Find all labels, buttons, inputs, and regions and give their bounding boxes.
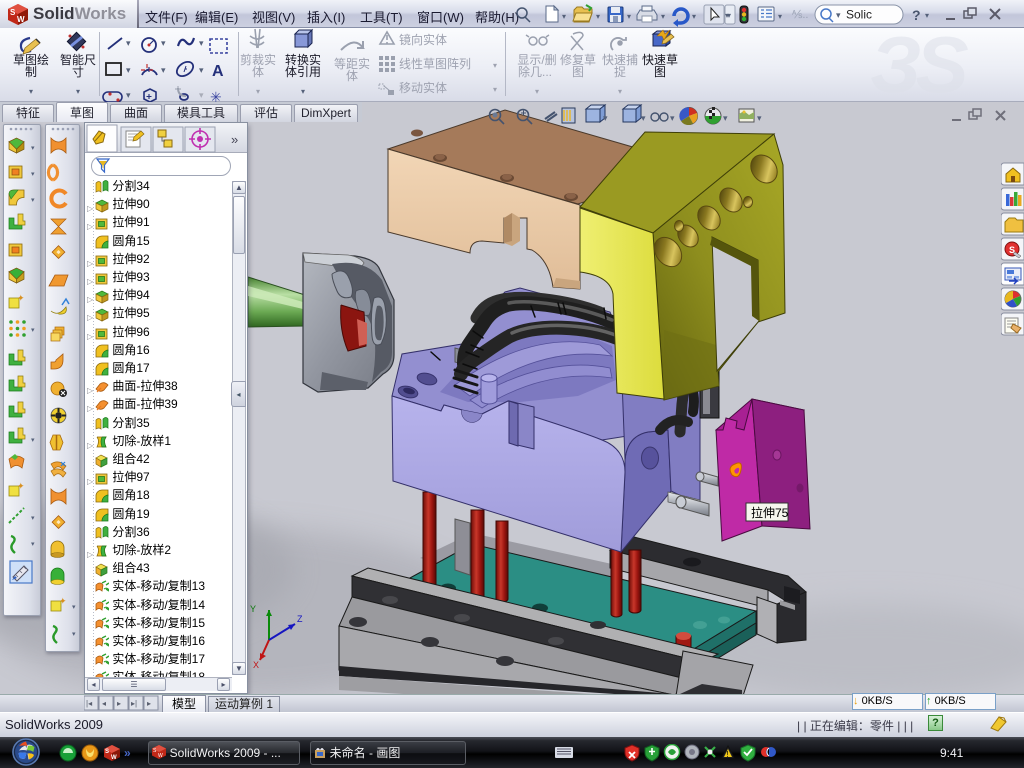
svg-text:»: »	[231, 132, 238, 147]
svg-text:Z: Z	[297, 614, 303, 624]
svg-text:X: X	[253, 660, 259, 670]
svg-text:▾: ▾	[31, 541, 35, 548]
svg-text:S: S	[105, 749, 109, 755]
svg-text:▸: ▸	[117, 699, 121, 708]
svg-text:▾: ▾	[723, 113, 728, 123]
svg-text:▸|: ▸|	[131, 699, 137, 708]
svg-text:▾: ▾	[72, 631, 76, 638]
svg-text:▾: ▾	[641, 113, 646, 123]
svg-text:✦: ✦	[59, 596, 67, 606]
svg-text:▾: ▾	[670, 113, 675, 123]
svg-text:✦: ✦	[17, 293, 25, 303]
svg-text:▾: ▾	[603, 113, 608, 123]
svg-text:▾: ▾	[31, 327, 35, 334]
svg-text:W: W	[158, 753, 163, 759]
svg-text:▾: ▾	[757, 113, 762, 123]
svg-text:W: W	[111, 755, 117, 761]
svg-text:▾: ▾	[31, 197, 35, 204]
svg-text:◂: ◂	[102, 699, 106, 708]
svg-text:!: !	[726, 750, 728, 759]
svg-text:✦: ✦	[17, 481, 25, 491]
svg-text:▸: ▸	[147, 699, 151, 708]
svg-text:Y: Y	[250, 604, 256, 614]
svg-text:▾: ▾	[31, 145, 35, 152]
svg-text:拉伸75: 拉伸75	[751, 505, 789, 520]
svg-text:▾: ▾	[72, 604, 76, 611]
svg-text:▾: ▾	[31, 171, 35, 178]
svg-text:▾: ▾	[31, 437, 35, 444]
svg-text:9:41: 9:41	[940, 746, 964, 760]
svg-text:|◂: |◂	[86, 699, 92, 708]
svg-text:▾: ▾	[31, 515, 35, 522]
svg-text:»: »	[124, 746, 131, 760]
